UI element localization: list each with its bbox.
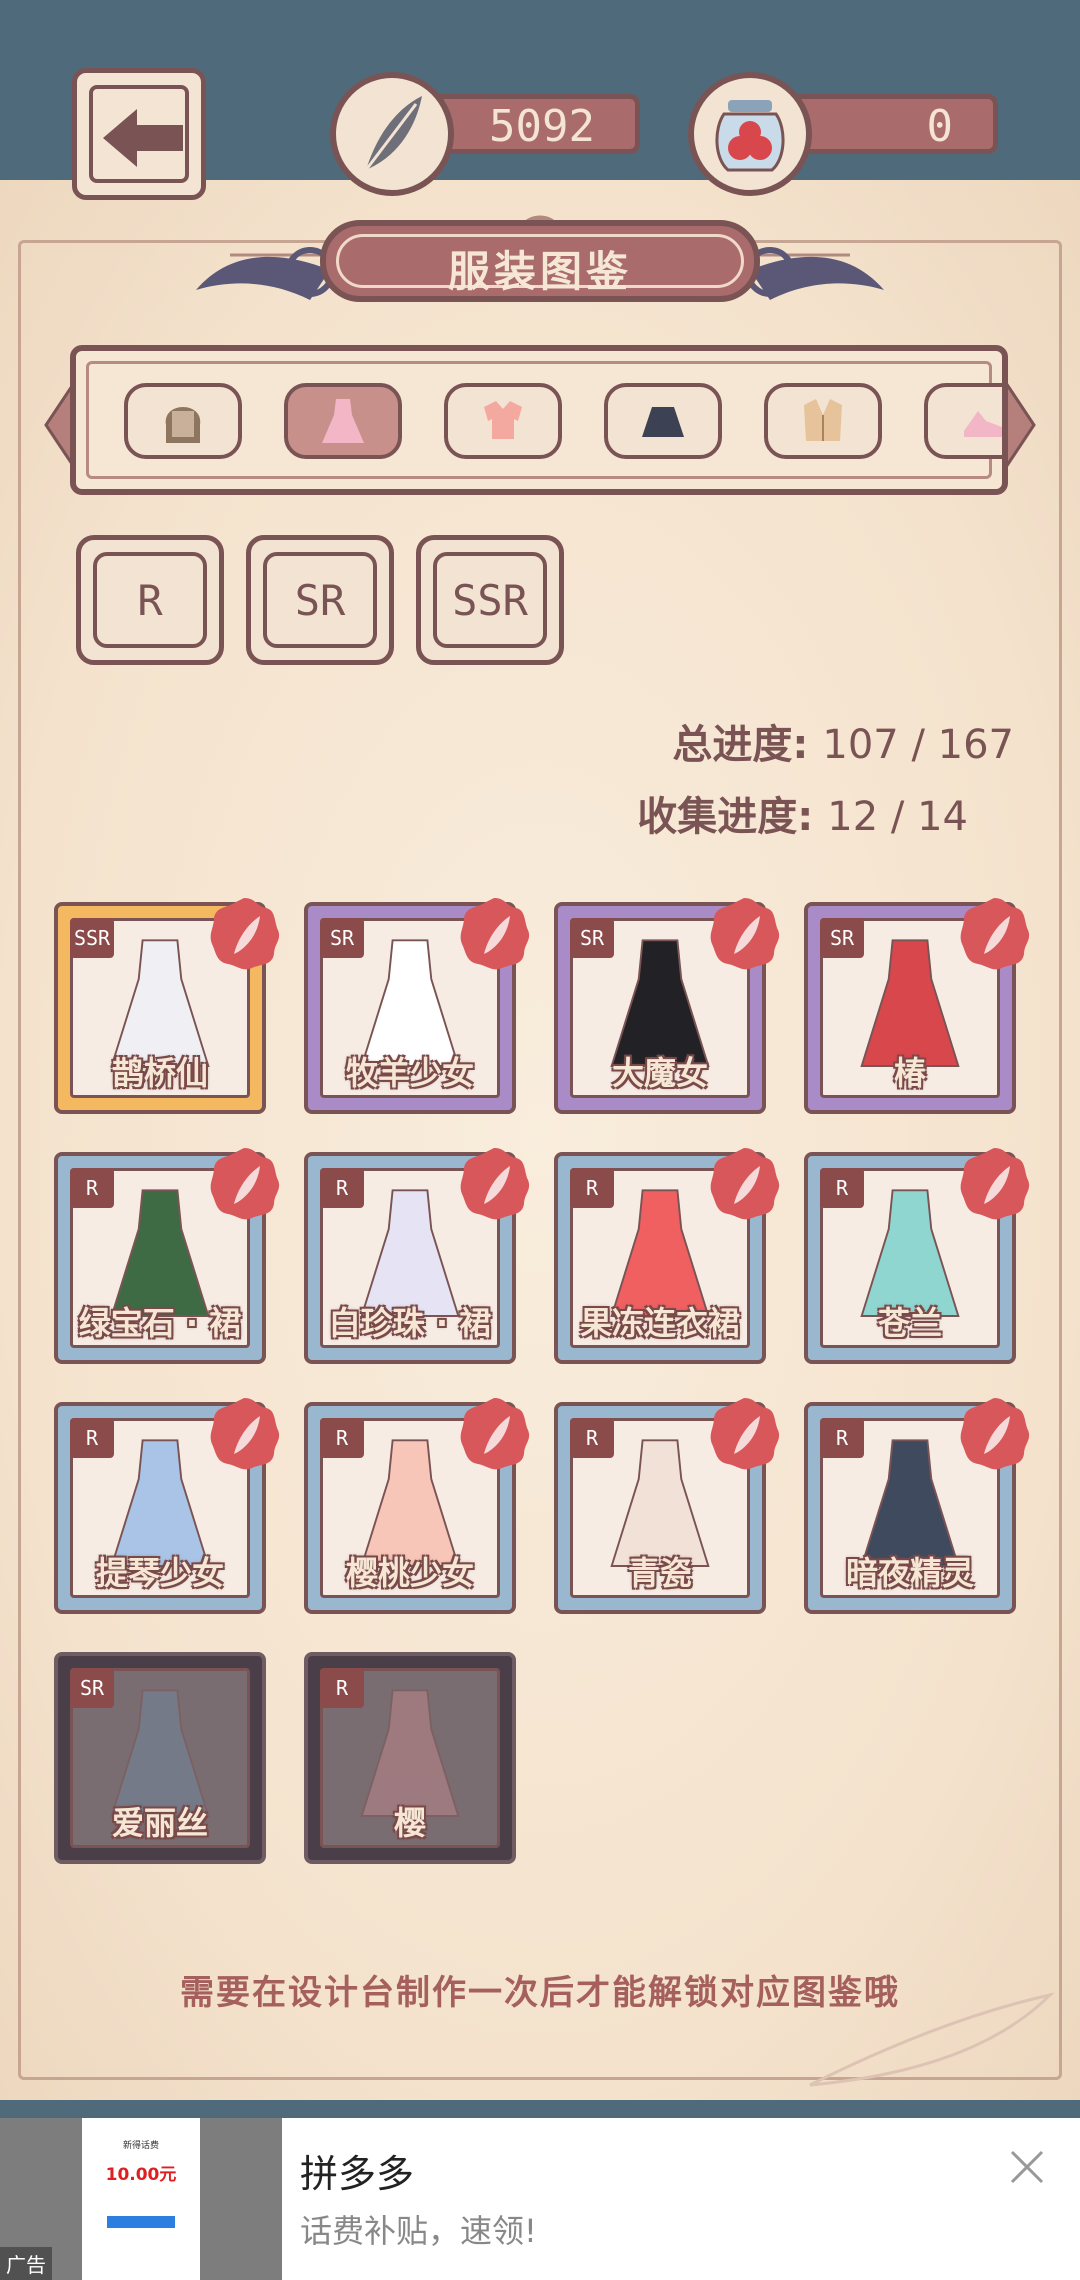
rarity-badge: R	[570, 1168, 614, 1208]
filter-sr-button[interactable]: SR	[246, 535, 394, 665]
feather-counter: 5092	[330, 72, 660, 196]
category-shoe[interactable]	[924, 383, 1002, 459]
outfit-name: 绿宝石 · 裙	[78, 1304, 242, 1342]
category-wig[interactable]	[124, 383, 242, 459]
arrow-left-icon	[103, 109, 183, 167]
jacket-icon	[804, 399, 842, 441]
feather-icon	[330, 72, 454, 196]
outfit-name: 樱桃少女	[345, 1554, 474, 1592]
rarity-badge: R	[70, 1168, 114, 1208]
outfit-card[interactable]: R 暗夜精灵	[804, 1398, 1030, 1614]
outfit-card[interactable]: R 樱桃少女	[304, 1398, 530, 1614]
rarity-badge: SSR	[70, 918, 114, 958]
outfit-card[interactable]: SR 爱丽丝	[54, 1652, 266, 1864]
title-banner: 服装图鉴	[190, 210, 890, 320]
feather-count: 5092	[489, 101, 595, 152]
rarity-badge: R	[70, 1418, 114, 1458]
rarity-badge: SR	[820, 918, 864, 958]
outfit-name: 牧羊少女	[345, 1054, 474, 1092]
page-title: 服装图鉴	[447, 247, 632, 296]
wax-seal-icon	[710, 1398, 780, 1470]
outfit-card[interactable]: SSR 鹊桥仙	[54, 898, 280, 1114]
rarity-badge: SR	[70, 1668, 114, 1708]
outfit-card[interactable]: R 苍兰	[804, 1148, 1030, 1364]
wax-seal-icon	[710, 1148, 780, 1220]
wax-seal-icon	[210, 1398, 280, 1470]
outfit-name: 暗夜精灵	[845, 1554, 974, 1592]
dress-icon	[322, 399, 364, 443]
outfit-card[interactable]: R 果冻连衣裙	[554, 1148, 780, 1364]
jar-count: 0	[926, 101, 954, 152]
wax-seal-icon	[210, 898, 280, 970]
outfit-name: 提琴少女	[95, 1554, 224, 1592]
ad-label: 广告	[0, 2247, 52, 2280]
rarity-badge: R	[820, 1418, 864, 1458]
scroll-right-icon[interactable]	[1002, 370, 1042, 480]
rarity-badge: R	[320, 1418, 364, 1458]
outfit-name: 鹊桥仙	[111, 1054, 208, 1092]
outfit-card[interactable]: R 白珍珠 · 裙	[304, 1148, 530, 1364]
shoe-icon	[964, 411, 1002, 437]
filter-ssr-button[interactable]: SSR	[416, 535, 564, 665]
jar-counter: 0	[688, 72, 1018, 196]
outfit-name: 爱丽丝	[111, 1804, 208, 1842]
outfit-card[interactable]: SR 牧羊少女	[304, 898, 530, 1114]
skirt-icon	[642, 407, 684, 437]
collect-progress: 收集进度: 12 / 14	[637, 794, 968, 840]
rarity-badge: SR	[570, 918, 614, 958]
close-icon[interactable]	[1006, 2146, 1048, 2188]
ad-thumbnail: 新得话费 10.00元	[82, 2118, 200, 2280]
feather-decoration-icon	[809, 1992, 1055, 2087]
category-skirt[interactable]	[604, 383, 722, 459]
wax-seal-icon	[210, 1148, 280, 1220]
category-strip	[70, 345, 1008, 495]
top-icon	[484, 401, 522, 439]
outfit-name: 白珍珠 · 裙	[328, 1304, 492, 1342]
outfit-card[interactable]: R 提琴少女	[54, 1398, 280, 1614]
wax-seal-icon	[710, 898, 780, 970]
outfit-card[interactable]: R 绿宝石 · 裙	[54, 1148, 280, 1364]
rarity-badge: R	[820, 1168, 864, 1208]
ad-subtitle: 话费补贴，速领!	[300, 2212, 537, 2250]
outfit-card[interactable]: SR 椿	[804, 898, 1030, 1114]
back-button[interactable]	[72, 68, 206, 200]
filter-r-button[interactable]: R	[76, 535, 224, 665]
ad-banner[interactable]: 新得话费 10.00元 广告 拼多多 话费补贴，速领!	[0, 2118, 1080, 2280]
wax-seal-icon	[960, 1148, 1030, 1220]
wig-icon	[165, 407, 201, 443]
outfit-name: 樱	[393, 1804, 426, 1842]
wax-seal-icon	[960, 1398, 1030, 1470]
category-jacket[interactable]	[764, 383, 882, 459]
outfit-name: 苍兰	[877, 1304, 942, 1342]
berry-jar-icon	[688, 72, 812, 196]
wax-seal-icon	[960, 898, 1030, 970]
total-progress: 总进度: 107 / 167	[672, 722, 1014, 768]
category-top[interactable]	[444, 383, 562, 459]
outfit-name: 大魔女	[611, 1054, 708, 1092]
category-dress[interactable]	[284, 383, 402, 459]
rarity-badge: R	[320, 1668, 364, 1708]
outfit-card[interactable]: R 青瓷	[554, 1398, 780, 1614]
wax-seal-icon	[460, 1148, 530, 1220]
rarity-badge: R	[570, 1418, 614, 1458]
outfit-name: 青瓷	[627, 1554, 692, 1592]
rarity-badge: SR	[320, 918, 364, 958]
outfit-card[interactable]: R樱	[304, 1652, 516, 1864]
ad-title: 拼多多	[300, 2152, 415, 2196]
wax-seal-icon	[460, 898, 530, 970]
rarity-badge: R	[320, 1168, 364, 1208]
outfit-name: 果冻连衣裙	[579, 1304, 740, 1342]
wax-seal-icon	[460, 1398, 530, 1470]
outfit-name: 椿	[893, 1054, 926, 1092]
outfit-card[interactable]: SR 大魔女	[554, 898, 780, 1114]
